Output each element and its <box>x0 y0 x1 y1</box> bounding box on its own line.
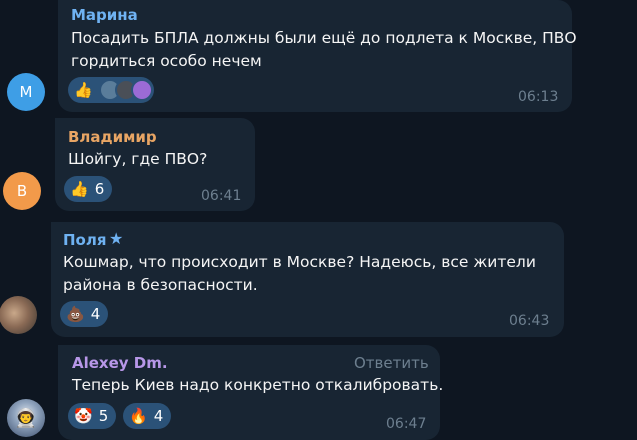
thumbs-up-icon: 👍 <box>70 179 89 198</box>
thumbs-up-icon: 👍 <box>74 80 93 99</box>
message-line: Кошмар, что происходит в Москве? Надеюсь… <box>63 253 536 271</box>
avatar-letter: В <box>16 182 28 200</box>
reaction-poop[interactable]: 💩 4 <box>60 301 108 327</box>
message-text: Кошмар, что происходит в Москве? Надеюсь… <box>63 251 536 297</box>
reply-button[interactable]: Ответить <box>354 354 429 372</box>
astronaut-icon: 👨‍🚀 <box>14 407 38 429</box>
message-text: Посадить БПЛА должны были ещё до подлета… <box>71 27 577 73</box>
author-name[interactable]: Alexey Dm. <box>72 354 168 372</box>
reaction-count: 5 <box>98 407 109 425</box>
reaction-count: 4 <box>153 407 164 425</box>
reaction-like[interactable]: 👍 <box>68 77 154 103</box>
avatar[interactable] <box>0 296 37 334</box>
reactor-avatars <box>98 79 153 101</box>
premium-star-icon: ★ <box>109 229 124 248</box>
author-name[interactable]: Владимир <box>68 128 157 146</box>
message-text: Теперь Киев надо конкретно откалибровать… <box>72 376 444 394</box>
avatar[interactable]: В <box>3 172 41 210</box>
reaction-like[interactable]: 👍 6 <box>64 176 112 202</box>
message-line: гордиться особо нечем <box>71 52 262 70</box>
message-time: 06:47 <box>386 416 427 432</box>
avatar[interactable]: М <box>7 73 45 111</box>
avatar[interactable]: 👨‍🚀 <box>7 399 45 437</box>
reaction-count: 6 <box>94 180 105 198</box>
author-name[interactable]: Поля <box>63 231 106 249</box>
poop-icon: 💩 <box>66 304 85 323</box>
message-line: Посадить БПЛА должны были ещё до подлета… <box>71 29 577 47</box>
reaction-count: 4 <box>90 305 101 323</box>
avatar-letter: М <box>19 83 33 101</box>
clown-icon: 🤡 <box>74 406 93 425</box>
message-time: 06:43 <box>509 313 550 329</box>
reaction-fire[interactable]: 🔥 4 <box>123 403 171 429</box>
author-name[interactable]: Марина <box>71 6 138 24</box>
message-line: района в безопасности. <box>63 276 258 294</box>
reactor-avatar <box>130 79 153 101</box>
message-time: 06:41 <box>201 188 242 204</box>
fire-icon: 🔥 <box>129 406 148 425</box>
reaction-clown[interactable]: 🤡 5 <box>68 403 116 429</box>
message-time: 06:13 <box>518 89 559 105</box>
message-text: Шойгу, где ПВО? <box>68 150 208 168</box>
